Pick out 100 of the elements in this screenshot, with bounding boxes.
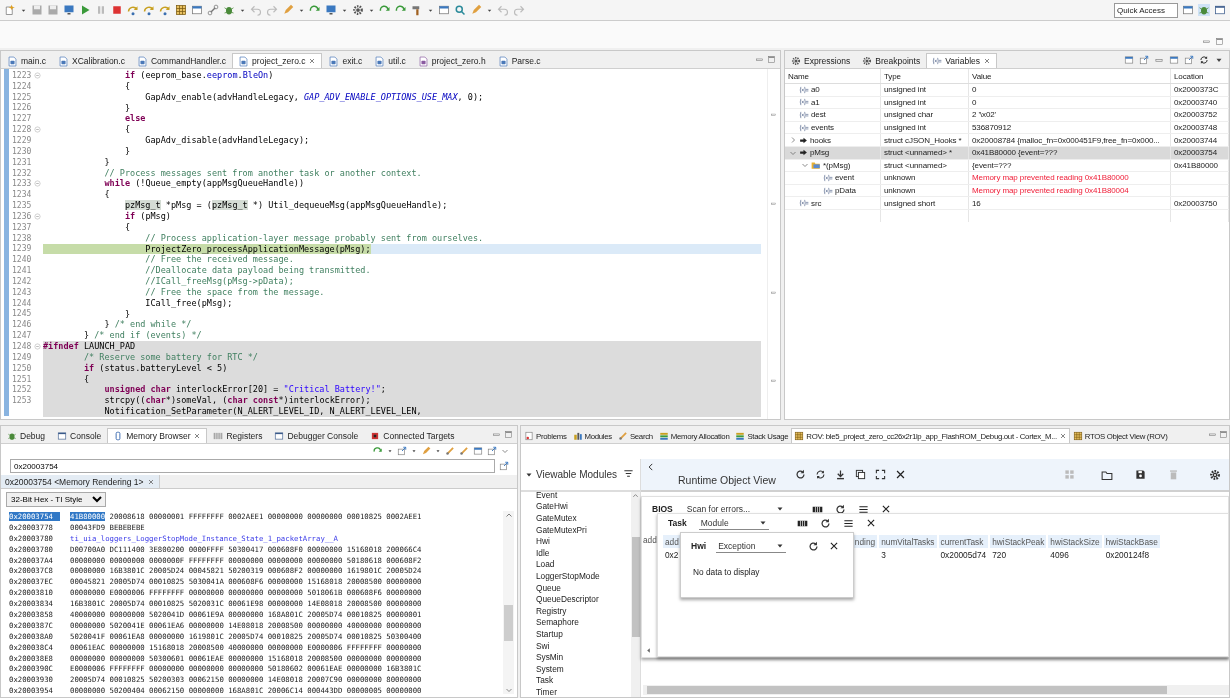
format-dropdown[interactable]: 32-Bit Hex - TI Style	[6, 492, 106, 507]
tab[interactable]: Console	[51, 428, 108, 443]
table-row[interactable]: events unsigned int 536870912 0x20003748	[785, 121, 1229, 135]
module-item[interactable]: GateMutexPri	[536, 523, 631, 536]
tab[interactable]: Connected Targets	[364, 428, 461, 443]
module-item[interactable]: Hwi	[536, 535, 631, 547]
variable-name: hooks	[810, 135, 831, 145]
tab[interactable]: XCalibration.c	[52, 53, 131, 68]
table-cell: 0x41B80000 {event=???	[969, 146, 1171, 159]
tab[interactable]: main.c	[1, 53, 53, 68]
tab[interactable]: Registers	[207, 428, 269, 443]
quick-access-field[interactable]: Quick Access	[1114, 2, 1178, 18]
tab[interactable]: exit.c	[322, 53, 369, 68]
module-item[interactable]: GateMutex	[536, 512, 631, 524]
tab[interactable]: Parse.c	[491, 53, 547, 68]
table-cell: 0x20003740	[1171, 96, 1229, 109]
tab[interactable]: 0x20003754 <Memory Rendering 1>	[1, 475, 161, 488]
table-cell: 2 '\x02'	[969, 109, 1171, 121]
tab[interactable]: Memory Browser	[107, 428, 208, 443]
column-header[interactable]: hwiStackPeak	[990, 535, 1047, 548]
code-line: }	[123, 145, 131, 157]
table-cell: struct <unnamed> *	[881, 146, 969, 159]
tab[interactable]: Debug	[1, 428, 52, 443]
code-line: {	[103, 189, 111, 201]
line-number: 1251	[11, 374, 33, 384]
module-item[interactable]: Event	[536, 492, 631, 501]
table-row[interactable]: hooks struct cJSON_Hooks * 0x20008784 {malloc_fn=0x000451F9,free_fn=0x000... 0x20003744	[785, 134, 1229, 147]
tab[interactable]: CommandHandler.c	[130, 53, 233, 68]
variable-name: src	[811, 198, 822, 208]
tab[interactable]: project_zero.h	[411, 53, 492, 68]
code-line: else	[123, 113, 147, 125]
line-number: 1224	[11, 81, 33, 91]
code-line: // Free the received message.	[144, 254, 295, 266]
line-number: 1246	[11, 320, 33, 330]
table-row[interactable]: a0 unsigned int 0 0x2000373C	[785, 84, 1229, 97]
code-line: } /* end if (events) */	[82, 330, 203, 342]
module-item[interactable]: System	[536, 662, 631, 675]
table-cell: 0x20003750	[1171, 197, 1229, 209]
table-cell-text: 4096	[1049, 548, 1070, 561]
module-item[interactable]: SysMin	[536, 651, 631, 663]
tab[interactable]: Expressions	[785, 53, 857, 68]
module-item[interactable]: Load	[536, 558, 631, 571]
tab[interactable]: Breakpoints	[856, 53, 927, 68]
address-field[interactable]: 0x20003754	[10, 459, 495, 473]
column-header[interactable]: currentTask	[938, 535, 989, 548]
tab[interactable]: util.c	[368, 53, 412, 68]
column-header: add	[643, 535, 657, 545]
table-cell: Memory map prevented reading 0x41B80000	[969, 172, 1171, 184]
tab[interactable]: Variables	[926, 53, 997, 68]
column-header[interactable]: Value	[969, 69, 1171, 83]
column-header[interactable]: hwiStackBase	[1103, 535, 1160, 548]
column-header[interactable]: add	[663, 535, 681, 548]
line-number: 1241	[11, 266, 33, 276]
dropdown[interactable]: Module	[698, 516, 769, 530]
module-item[interactable]: Registry	[536, 604, 631, 617]
tab[interactable]: project_zero.c	[232, 53, 323, 68]
code-line: // Process messages sent from another task or another context.	[103, 167, 423, 178]
variable-name: dest	[811, 110, 826, 120]
module-item[interactable]: Queue	[536, 581, 631, 594]
empty-message: No data to display	[693, 567, 760, 577]
module-item[interactable]: LoggerStopMode	[536, 570, 631, 582]
module-item[interactable]: Semaphore	[536, 616, 631, 629]
table-row[interactable]: event unknown Memory map prevented reading 0x41B80000	[785, 172, 1229, 185]
dropdown[interactable]: Exception	[716, 539, 787, 553]
column-header[interactable]: nding	[852, 535, 878, 548]
window-label: Hwi	[691, 541, 707, 551]
table-cell: unsigned int	[881, 84, 969, 96]
table-cell: 536870912	[969, 121, 1171, 134]
table-cell: 0	[969, 84, 1171, 96]
module-item[interactable]: Startup	[536, 628, 631, 640]
module-item[interactable]: GateHwi	[536, 500, 631, 513]
table-row[interactable]: a1 unsigned int 0 0x20003740	[785, 96, 1229, 110]
module-item[interactable]: Task	[536, 674, 631, 687]
table-cell: 0x20008784 {malloc_fn=0x000451F9,free_fn=0x000...	[969, 134, 1171, 146]
view-title: Runtime Object View	[678, 473, 776, 486]
column-header[interactable]: Name	[785, 69, 881, 83]
table-row[interactable]: pData unknown Memory map prevented reading 0x41B80004	[785, 184, 1229, 198]
column-header[interactable]: hwiStackSize	[1048, 535, 1102, 548]
code-line: // Process application-layer message probably sent from ourselves.	[144, 232, 485, 244]
code-line: if (eeprom_base.eeprom.BleOn)	[123, 70, 275, 81]
module-item[interactable]: Timer	[536, 686, 631, 697]
tab[interactable]: Debugger Console	[268, 428, 365, 443]
table-row[interactable]: dest unsigned char 2 '\x02' 0x20003752	[785, 109, 1229, 122]
table-cell: 16	[969, 197, 1171, 209]
table-cell-text: 0x20005d74	[939, 548, 988, 561]
table-cell: unsigned short	[881, 197, 969, 209]
table-cell: unsigned int	[881, 96, 969, 109]
column-header[interactable]: numVitalTasks	[879, 535, 937, 548]
line-number: 1248	[11, 342, 33, 351]
variable-name: events	[811, 123, 834, 133]
module-item[interactable]: Swi	[536, 639, 631, 652]
table-row[interactable]: *(pMsg) struct <unnamed> {event=??? 0x41B80000	[785, 159, 1229, 173]
module-item[interactable]: QueueDescriptor	[536, 593, 631, 605]
column-header[interactable]: Type	[881, 69, 969, 83]
line-number: 1237	[11, 222, 33, 232]
module-item[interactable]: Idle	[536, 546, 631, 559]
table-row[interactable]: src unsigned short 16 0x20003750	[785, 197, 1229, 210]
table-cell: unsigned char	[881, 109, 969, 121]
column-header[interactable]: Location	[1171, 69, 1229, 83]
line-number: 1228	[11, 125, 33, 135]
